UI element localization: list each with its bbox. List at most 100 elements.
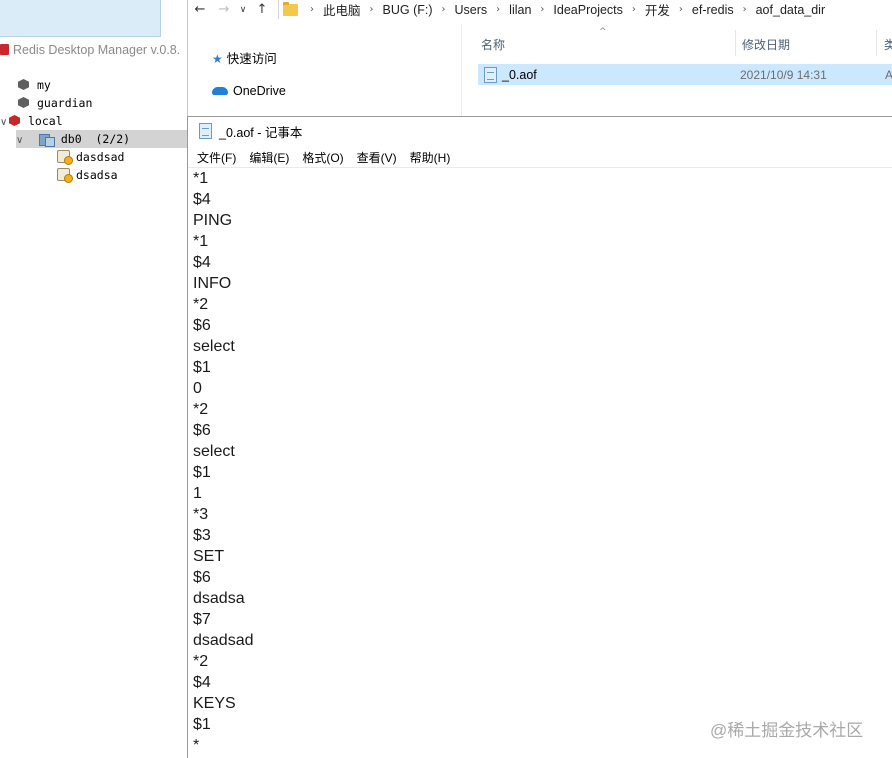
menu-help[interactable]: 帮助(H) (410, 149, 451, 166)
text-line: PING (193, 210, 888, 231)
chevron-down-icon[interactable]: ∨ (236, 5, 250, 15)
key-icon (57, 168, 71, 181)
chevron-right-icon[interactable]: › (735, 4, 755, 15)
red-cube-icon (9, 115, 20, 126)
notepad-window: _0.aof - 记事本 文件(F) 编辑(E) 格式(O) 查看(V) 帮助(… (187, 116, 892, 758)
gray-cube-icon (18, 79, 29, 90)
column-divider[interactable] (876, 30, 877, 56)
tree-item-guardian[interactable]: guardian (18, 94, 92, 112)
tree-item-label: dsadsa (76, 168, 118, 182)
back-arrow-icon[interactable]: ← (188, 2, 212, 17)
text-line: $4 (193, 189, 888, 210)
breadcrumb-item[interactable]: aof_data_dir (755, 3, 827, 17)
text-line: $6 (193, 315, 888, 336)
file-name-cell: _0.aof (484, 67, 537, 83)
key-icon (57, 150, 71, 163)
chevron-right-icon[interactable]: › (671, 4, 691, 15)
tree-item-db0[interactable]: ∨ db0 (2/2) (16, 130, 187, 148)
file-row[interactable]: _0.aof 2021/10/9 14:31 A (478, 64, 892, 85)
text-line: KEYS (193, 693, 888, 714)
folder-icon (283, 4, 298, 16)
text-line: select (193, 336, 888, 357)
watermark: @稀土掘金技术社区 (710, 716, 863, 741)
star-icon: ★ (212, 52, 223, 66)
text-line: $6 (193, 567, 888, 588)
menu-format[interactable]: 格式(O) (302, 149, 343, 166)
column-date[interactable]: 修改日期 (742, 36, 790, 53)
file-type: A (885, 68, 892, 82)
text-line: *2 (193, 294, 888, 315)
column-headers: ^ 名称 修改日期 类 (462, 24, 892, 60)
breadcrumb-item[interactable]: 此电脑 (322, 0, 362, 19)
sort-up-icon: ^ (599, 27, 607, 37)
text-line: $1 (193, 357, 888, 378)
notepad-title-bar: _0.aof - 记事本 (188, 117, 892, 145)
tree-item-key-dasdsad[interactable]: dasdsad (57, 148, 124, 166)
text-line: $6 (193, 420, 888, 441)
breadcrumb-item[interactable]: BUG (F:) (382, 3, 434, 17)
file-list: ^ 名称 修改日期 类 _0.aof 2021/10/9 14:31 A (462, 24, 892, 116)
file-name: _0.aof (502, 68, 537, 82)
text-line: 0 (193, 378, 888, 399)
text-line: *2 (193, 651, 888, 672)
text-line: $4 (193, 672, 888, 693)
chevron-right-icon[interactable]: › (434, 4, 454, 15)
text-line: *3 (193, 504, 888, 525)
forward-arrow-icon[interactable]: → (212, 2, 236, 17)
chevron-right-icon[interactable]: › (532, 4, 552, 15)
breadcrumb[interactable]: › 此电脑 › BUG (F:) › Users › lilan › IdeaP… (278, 0, 826, 19)
chevron-right-icon[interactable]: › (302, 4, 322, 15)
breadcrumb-item[interactable]: 开发 (644, 0, 671, 19)
breadcrumb-item[interactable]: lilan (508, 3, 532, 17)
chevron-right-icon[interactable]: › (624, 4, 644, 15)
breadcrumb-item[interactable]: IdeaProjects (552, 3, 623, 17)
tree-item-local[interactable]: ∨ local (0, 112, 63, 130)
text-line: *1 (193, 231, 888, 252)
column-name[interactable]: 名称 (481, 36, 505, 53)
notepad-icon (199, 123, 212, 139)
text-line: $3 (193, 525, 888, 546)
rdm-top-panel (0, 0, 161, 37)
file-date: 2021/10/9 14:31 (740, 68, 827, 82)
database-icon (39, 133, 55, 145)
rdm-title: Redis Desktop Manager v.0.8. (13, 43, 180, 57)
breadcrumb-item[interactable]: Users (454, 3, 489, 17)
text-line: 1 (193, 483, 888, 504)
menu-bar: 文件(F) 编辑(E) 格式(O) 查看(V) 帮助(H) (188, 147, 892, 168)
chevron-down-icon[interactable]: ∨ (0, 114, 9, 132)
column-divider[interactable] (735, 30, 736, 56)
text-line: SET (193, 546, 888, 567)
tree-item-label: local (28, 114, 63, 128)
notepad-title: _0.aof - 记事本 (219, 122, 302, 141)
tree-item-label: db0 (2/2) (61, 132, 130, 146)
menu-edit[interactable]: 编辑(E) (249, 149, 289, 166)
text-line: $1 (193, 462, 888, 483)
rdm-title-bar: Redis Desktop Manager v.0.8. (0, 39, 187, 61)
tree-item-label: guardian (37, 96, 92, 110)
chevron-right-icon[interactable]: › (362, 4, 382, 15)
text-line: *2 (193, 399, 888, 420)
up-arrow-icon[interactable]: ↑ (250, 2, 274, 17)
menu-file[interactable]: 文件(F) (197, 149, 236, 166)
tree-item-key-dsadsa[interactable]: dsadsa (57, 166, 118, 184)
redis-logo-icon (0, 44, 9, 55)
chevron-down-icon[interactable]: ∨ (16, 132, 25, 150)
text-editor[interactable]: *1 $4 PING *1 $4 INFO *2 $6 select $1 0 … (193, 168, 888, 756)
nav-item-label: OneDrive (233, 84, 286, 98)
chevron-right-icon[interactable]: › (488, 4, 508, 15)
gray-cube-icon (18, 97, 29, 108)
text-line: *1 (193, 168, 888, 189)
navigation-pane: ★ 快速访问 OneDrive (188, 24, 462, 116)
breadcrumb-item[interactable]: ef-redis (691, 3, 735, 17)
column-type[interactable]: 类 (884, 36, 892, 53)
text-line: $7 (193, 609, 888, 630)
file-explorer-window: ← → ∨ ↑ › 此电脑 › BUG (F:) › Users › lilan… (187, 0, 892, 116)
nav-item-label: 快速访问 (227, 52, 277, 66)
text-line: dsadsad (193, 630, 888, 651)
tree-item-my[interactable]: my (18, 76, 51, 94)
nav-item-onedrive[interactable]: OneDrive (212, 82, 286, 100)
menu-view[interactable]: 查看(V) (357, 149, 397, 166)
text-line: INFO (193, 273, 888, 294)
address-bar: ← → ∨ ↑ › 此电脑 › BUG (F:) › Users › lilan… (188, 0, 892, 19)
nav-item-quick-access[interactable]: ★ 快速访问 (212, 50, 277, 68)
